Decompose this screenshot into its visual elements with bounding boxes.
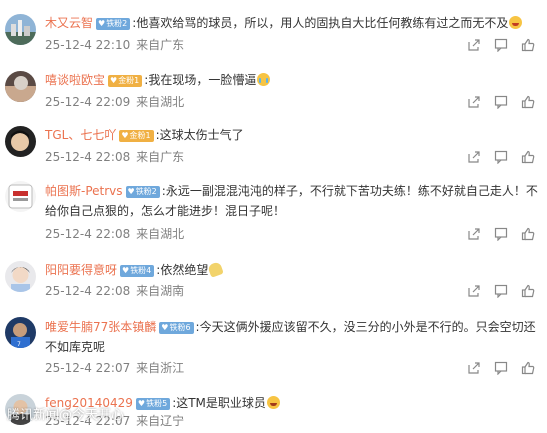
- avatar[interactable]: [5, 261, 36, 292]
- comment-location: 来自广东: [136, 38, 185, 52]
- fan-badge: ♥铁粉6: [159, 322, 194, 334]
- thumbs-up-icon[interactable]: [521, 95, 535, 109]
- avatar[interactable]: [5, 14, 36, 45]
- fan-badge: ♥铁粉4: [120, 265, 155, 277]
- comment-text: :我在现场，一脸懵逼: [144, 73, 257, 87]
- fan-badge: ♥铁粉2: [125, 186, 160, 198]
- comment-text: :他喜欢给骂的球员，所以，用人的固执自大比任何教练有过之而无不及: [132, 16, 509, 30]
- watermark: 腾讯新闻@今天开心: [7, 408, 125, 423]
- comment-location: 来自辽宁: [136, 414, 185, 428]
- avatar[interactable]: 7: [5, 317, 36, 348]
- share-icon[interactable]: [467, 95, 481, 109]
- comment-location: 来自浙江: [136, 361, 185, 375]
- username-link[interactable]: 帕图斯-Petrvs: [45, 184, 123, 198]
- comment-date: 25-12-4 22:09: [45, 95, 131, 109]
- share-icon[interactable]: [467, 284, 481, 298]
- fan-badge: ♥金粉1: [119, 130, 154, 142]
- comment-location: 来自湖南: [136, 284, 185, 298]
- svg-text:7: 7: [17, 341, 21, 348]
- laughing-emoji-icon: [266, 396, 280, 409]
- badge-icon: ♥: [122, 266, 130, 275]
- comment-date: 25-12-4 22:10: [45, 38, 131, 52]
- badge-icon: ♥: [121, 131, 129, 140]
- share-icon[interactable]: [467, 361, 481, 375]
- comment-date: 25-12-4 22:08: [45, 284, 131, 298]
- thumbs-up-icon[interactable]: [521, 150, 535, 164]
- badge-icon: ♥: [127, 187, 135, 196]
- fan-badge: ♥铁粉2: [96, 18, 131, 30]
- comment-location: 来自广东: [136, 150, 185, 164]
- username-link[interactable]: 阳阳要得意呀: [45, 263, 117, 277]
- badge-icon: ♥: [161, 323, 169, 332]
- avatar[interactable]: [5, 71, 36, 102]
- username-link[interactable]: 嘻谈啦欧宝: [45, 73, 105, 87]
- comment-icon[interactable]: [494, 38, 508, 52]
- thumbs-up-icon[interactable]: [521, 38, 535, 52]
- thumbs-up-icon[interactable]: [521, 361, 535, 375]
- username-link[interactable]: 唯爱牛腩77张本镇麟: [45, 320, 156, 334]
- grin-emoji-icon: [509, 16, 523, 29]
- comment-date: 25-12-4 22:08: [45, 227, 131, 241]
- badge-icon: ♥: [137, 399, 146, 408]
- badge-icon: ♥: [110, 76, 118, 85]
- share-icon[interactable]: [467, 150, 481, 164]
- comment-date: 25-12-4 22:07: [45, 361, 131, 375]
- comment-location: 来自湖北: [136, 227, 185, 241]
- comment-text: :依然绝望: [156, 263, 209, 277]
- share-icon[interactable]: [467, 38, 481, 52]
- username-link[interactable]: TGL、七七吖: [45, 128, 116, 142]
- username-link[interactable]: 木又云智: [45, 16, 93, 30]
- comment-icon[interactable]: [494, 361, 508, 375]
- popsicle-emoji-icon: [207, 261, 225, 278]
- share-icon[interactable]: [467, 227, 481, 241]
- thumbs-up-icon[interactable]: [521, 227, 535, 241]
- comment-icon[interactable]: [494, 227, 508, 241]
- comment-icon[interactable]: [494, 95, 508, 109]
- comment-text: :这TM是职业球员: [172, 396, 266, 410]
- comment-icon[interactable]: [494, 150, 508, 164]
- avatar[interactable]: [5, 126, 36, 157]
- fan-badge: ♥金粉1: [108, 75, 143, 87]
- fan-badge: ♥铁粉5: [135, 398, 171, 410]
- comment-text: :这球太伤士气了: [155, 128, 244, 142]
- comment-location: 来自湖北: [136, 95, 185, 109]
- avatar[interactable]: [5, 181, 36, 212]
- comment-date: 25-12-4 22:08: [45, 150, 131, 164]
- comment-icon[interactable]: [494, 284, 508, 298]
- badge-icon: ♥: [98, 19, 106, 28]
- thumbs-up-icon[interactable]: [521, 284, 535, 298]
- crying-emoji-icon: [257, 73, 271, 86]
